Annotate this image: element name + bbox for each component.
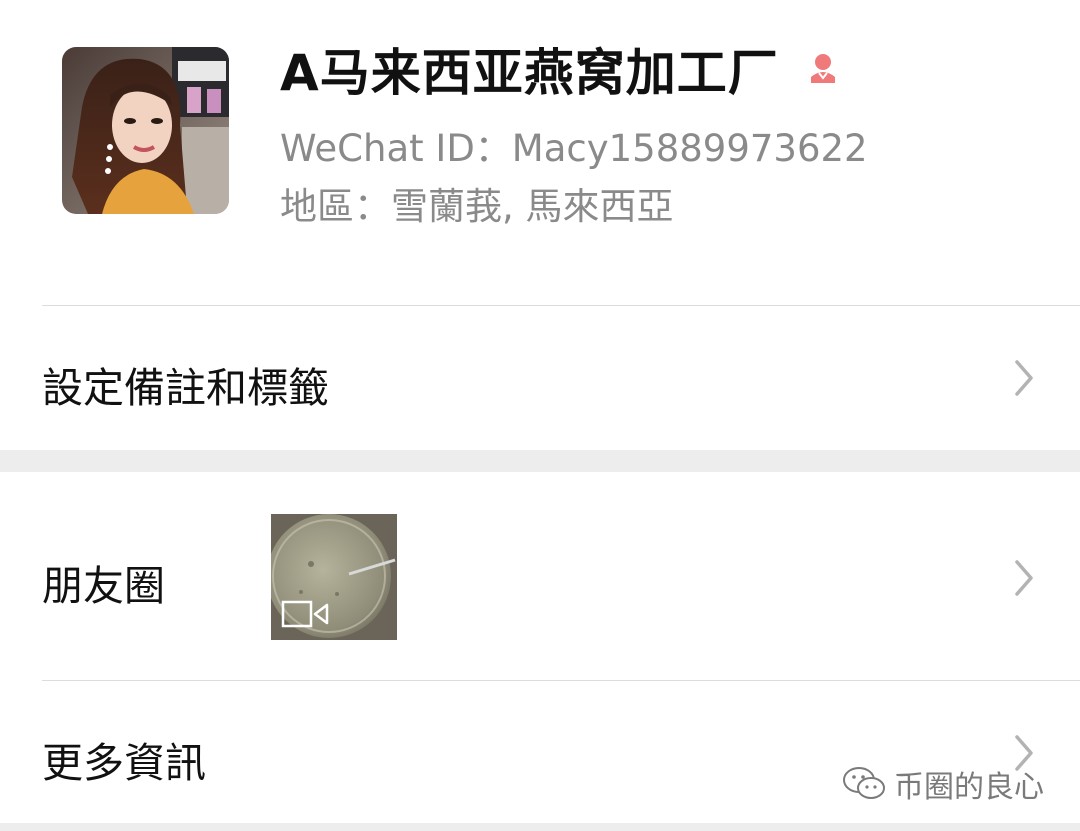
contact-name: A马来西亚燕窝加工厂 <box>280 44 779 102</box>
set-remarks-and-tags-row[interactable]: 設定備註和標籤 <box>0 306 1080 450</box>
name-row: A马来西亚燕窝加工厂 <box>280 34 841 104</box>
avatar[interactable] <box>62 47 229 214</box>
chevron-right-icon <box>1012 358 1036 398</box>
region: 地區：雪蘭莪, 馬來西亞 <box>280 185 674 228</box>
section-separator <box>0 823 1080 831</box>
wechat-official-account-icon <box>842 765 886 803</box>
chevron-right-icon <box>1012 558 1036 598</box>
row-label: 朋友圈 <box>42 562 165 610</box>
female-icon <box>805 51 841 87</box>
avatar-photo <box>62 47 229 214</box>
video-thumbnail[interactable] <box>271 514 397 640</box>
row-label: 設定備註和標籤 <box>42 364 329 412</box>
profile-header: A马来西亚燕窝加工厂 WeChat ID：Macy15889973622 地區：… <box>0 0 1080 305</box>
moments-row[interactable]: 朋友圈 <box>0 472 1080 680</box>
section-separator <box>0 450 1080 472</box>
contact-profile-page: A马来西亚燕窝加工厂 WeChat ID：Macy15889973622 地區：… <box>0 0 1080 831</box>
watermark: 币圈的良心 <box>842 762 1044 806</box>
watermark-text: 币圈的良心 <box>894 770 1044 805</box>
row-label: 更多資訊 <box>42 739 206 787</box>
wechat-id: WeChat ID：Macy15889973622 <box>280 127 868 170</box>
